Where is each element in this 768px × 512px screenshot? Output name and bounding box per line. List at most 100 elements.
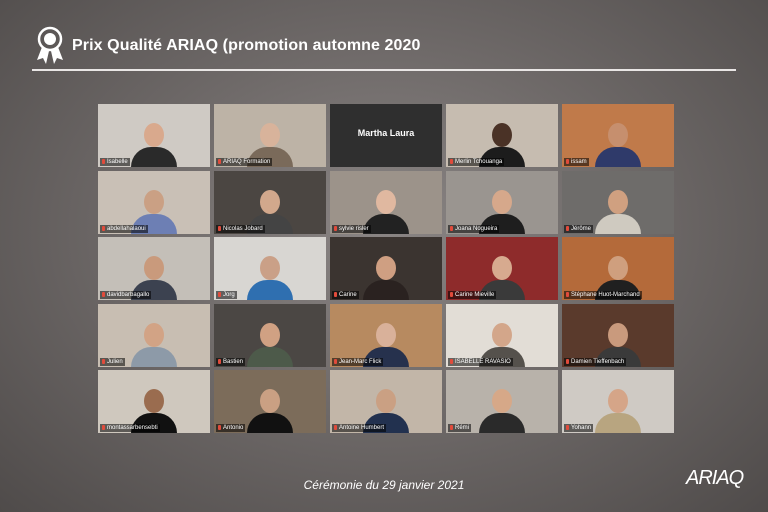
participant-tile[interactable]: Rémi bbox=[446, 370, 558, 433]
participant-head bbox=[144, 256, 164, 280]
participant-tile[interactable]: Nicolas Jobard bbox=[214, 170, 326, 234]
participant-name-label: Julien bbox=[100, 357, 125, 366]
participant-head bbox=[492, 123, 512, 147]
participant-name-label: Yohann bbox=[564, 424, 594, 432]
participant-tile[interactable]: Jean-Marc Flick bbox=[330, 303, 442, 367]
participant-head bbox=[144, 389, 164, 413]
header: Prix Qualité ARIAQ (promotion automne 20… bbox=[32, 26, 421, 66]
muted-mic-icon bbox=[450, 425, 453, 430]
participant-tile[interactable]: Carine Mieville bbox=[446, 237, 558, 300]
participant-name-label: davidbarbagallo bbox=[100, 291, 152, 299]
participant-tile[interactable]: Jorg bbox=[214, 237, 326, 300]
participant-tile[interactable]: ARIAQ Formation bbox=[214, 104, 326, 167]
muted-mic-icon bbox=[450, 292, 453, 297]
muted-mic-icon bbox=[102, 225, 105, 231]
participant-tile[interactable]: Merlin Tchouanga bbox=[446, 104, 558, 167]
participant-head bbox=[608, 322, 628, 347]
participant-tile[interactable]: Isabelle bbox=[98, 104, 210, 167]
participant-tile[interactable]: Antoine Humbert bbox=[330, 370, 442, 433]
participant-figure bbox=[247, 250, 293, 300]
muted-mic-icon bbox=[102, 159, 105, 164]
participant-head bbox=[492, 322, 512, 347]
muted-mic-icon bbox=[102, 358, 105, 364]
muted-mic-icon bbox=[102, 292, 105, 297]
participant-name-center: Martha Laura bbox=[357, 128, 415, 138]
participant-tile[interactable]: Bastien bbox=[214, 303, 326, 367]
participant-tile[interactable]: Carine bbox=[330, 237, 442, 300]
muted-mic-icon bbox=[566, 159, 569, 164]
participant-head bbox=[144, 123, 164, 147]
muted-mic-icon bbox=[218, 425, 221, 430]
participant-name-label: Damien Tieffenbach bbox=[564, 357, 627, 366]
muted-mic-icon bbox=[334, 358, 337, 364]
participant-name-label: Antoine Humbert bbox=[332, 424, 387, 432]
participant-tile[interactable]: ISABELLE RAVASIO bbox=[446, 303, 558, 367]
participant-name-label: Carine bbox=[332, 291, 359, 299]
participant-name-label: Isabelle bbox=[100, 158, 130, 166]
participant-figure bbox=[131, 317, 177, 367]
ceremony-date: Cérémonie du 29 janvier 2021 bbox=[303, 478, 465, 492]
participant-name-label: montassarbensebti bbox=[100, 424, 160, 432]
participant-head bbox=[144, 322, 164, 347]
participant-head bbox=[260, 256, 280, 280]
participant-body bbox=[247, 413, 293, 433]
participant-tile[interactable]: davidbarbagallo bbox=[98, 237, 210, 300]
muted-mic-icon bbox=[218, 225, 221, 231]
participant-body bbox=[595, 147, 641, 167]
participant-tile[interactable]: montassarbensebti bbox=[98, 370, 210, 433]
participant-tile[interactable]: issam bbox=[562, 104, 674, 167]
participant-head bbox=[260, 123, 280, 147]
participant-body bbox=[363, 280, 409, 300]
participant-name-label: issam bbox=[564, 158, 589, 166]
ariaq-logo: ARIAQ bbox=[686, 467, 744, 489]
participant-name-label: Nicolas Jobard bbox=[216, 224, 265, 233]
participant-figure bbox=[595, 184, 641, 234]
participant-head bbox=[260, 189, 280, 214]
muted-mic-icon bbox=[566, 425, 569, 430]
participant-body bbox=[131, 346, 177, 367]
video-grid: Isabelle ARIAQ Formation Martha Laura Merli… bbox=[98, 104, 674, 433]
participant-tile[interactable]: Joana Nogueira bbox=[446, 170, 558, 234]
participant-figure bbox=[247, 383, 293, 433]
muted-mic-icon bbox=[218, 358, 221, 364]
participant-head bbox=[608, 256, 628, 280]
participant-name-label: Jean-Marc Flick bbox=[332, 357, 384, 366]
participant-body bbox=[131, 147, 177, 167]
participant-figure bbox=[479, 383, 525, 433]
participant-name-label: Stéphane Huot-Marchand bbox=[564, 291, 642, 299]
participant-name-label: Carine Mieville bbox=[448, 291, 497, 299]
participant-head bbox=[260, 389, 280, 413]
participant-name-label: ISABELLE RAVASIO bbox=[448, 357, 513, 366]
participant-name-label: abdellahalaoui bbox=[100, 224, 148, 233]
participant-figure bbox=[595, 117, 641, 167]
participant-name-label: Bastien bbox=[216, 357, 246, 366]
participant-name-label: Antonio bbox=[216, 424, 246, 432]
participant-tile[interactable]: Yohann bbox=[562, 370, 674, 433]
participant-tile[interactable]: Stéphane Huot-Marchand bbox=[562, 237, 674, 300]
participant-head bbox=[608, 123, 628, 147]
muted-mic-icon bbox=[334, 425, 337, 430]
participant-tile[interactable]: sylvie risler bbox=[330, 170, 442, 234]
muted-mic-icon bbox=[334, 225, 337, 231]
participant-name-label: Rémi bbox=[448, 424, 472, 432]
muted-mic-icon bbox=[450, 225, 453, 231]
page-title: Prix Qualité ARIAQ (promotion automne 20… bbox=[72, 37, 421, 54]
participant-head bbox=[260, 322, 280, 347]
participant-head bbox=[376, 389, 396, 413]
participant-tile[interactable]: Martha Laura bbox=[330, 104, 442, 167]
participant-tile[interactable]: Antonio bbox=[214, 370, 326, 433]
participant-figure bbox=[131, 117, 177, 167]
muted-mic-icon bbox=[450, 159, 453, 164]
participant-tile[interactable]: Damien Tieffenbach bbox=[562, 303, 674, 367]
participant-head bbox=[376, 322, 396, 347]
participant-figure bbox=[247, 317, 293, 367]
participant-figure bbox=[595, 383, 641, 433]
participant-body bbox=[247, 280, 293, 300]
participant-head bbox=[608, 389, 628, 413]
participant-name-label: Joana Nogueira bbox=[448, 224, 500, 233]
participant-tile[interactable]: Jérôme bbox=[562, 170, 674, 234]
participant-head bbox=[608, 189, 628, 214]
participant-tile[interactable]: abdellahalaoui bbox=[98, 170, 210, 234]
muted-mic-icon bbox=[102, 425, 105, 430]
participant-tile[interactable]: Julien bbox=[98, 303, 210, 367]
